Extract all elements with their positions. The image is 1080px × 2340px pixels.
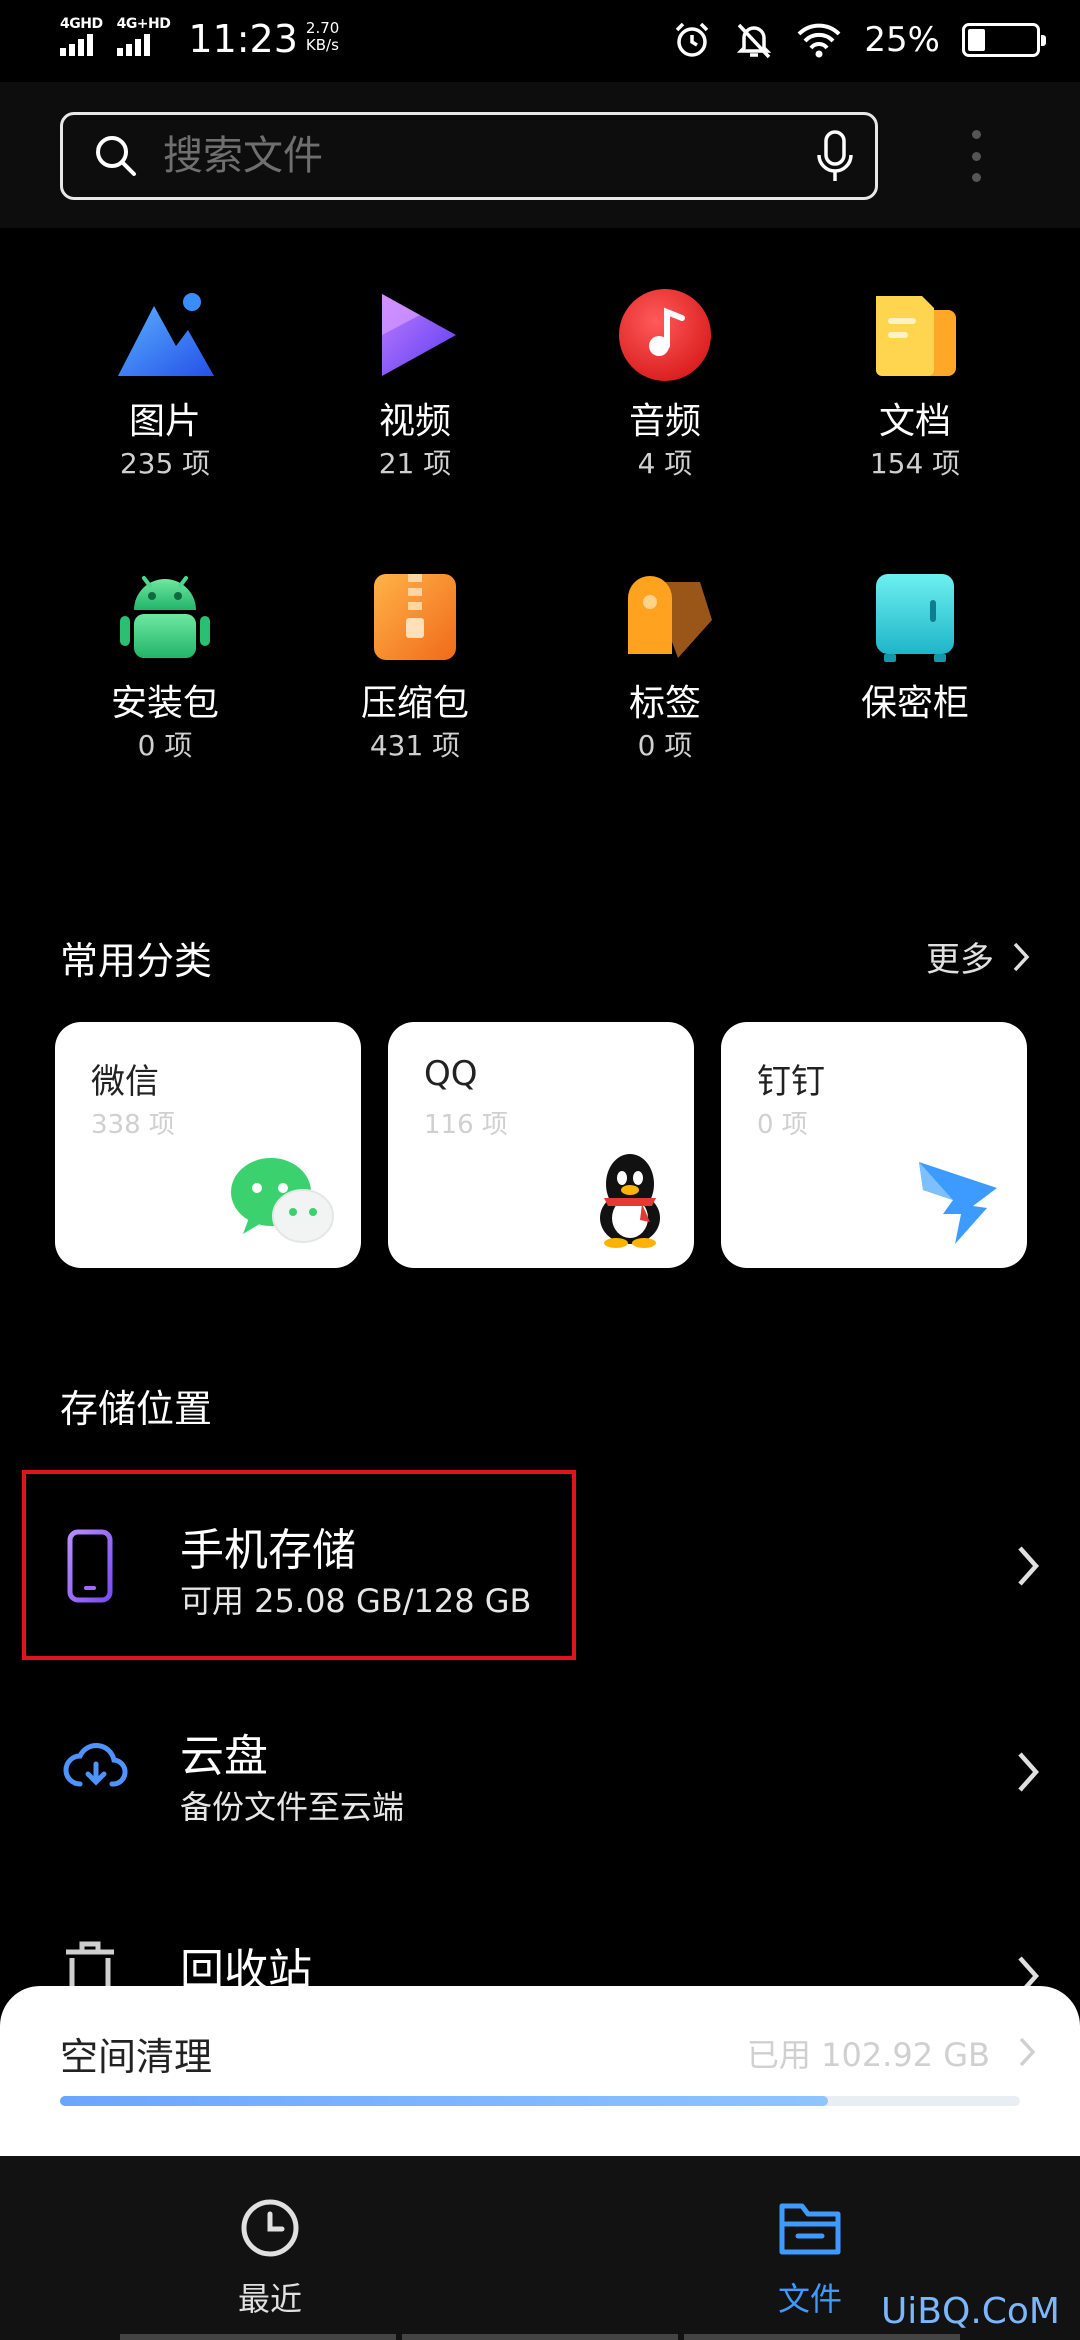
battery-icon (962, 23, 1046, 57)
search-input[interactable] (163, 133, 803, 179)
gesture-bar (120, 2334, 960, 2340)
category-archives[interactable]: 压缩包 431 项 (290, 562, 540, 764)
network-1-label: 4GHD (60, 16, 103, 32)
card-qq[interactable]: QQ 116 项 (388, 1022, 694, 1268)
more-label: 更多 (926, 940, 994, 980)
category-safe[interactable]: 保密柜 (790, 562, 1040, 728)
common-section-title: 常用分类 (60, 939, 213, 983)
card-name: 钉钉 (757, 1062, 825, 1102)
card-count: 116 项 (424, 1110, 508, 1140)
watermark: UiBQ.CoM (880, 2291, 1060, 2332)
card-name: QQ (424, 1054, 478, 1094)
network-speed: 2.70 KB/s (306, 20, 339, 54)
speed-value: 2.70 (305, 19, 340, 37)
category-tags[interactable]: 标签 0 项 (540, 562, 790, 764)
network-2-label: 4G+HD (116, 16, 171, 32)
category-documents[interactable]: 文档 154 项 (790, 280, 1040, 482)
card-wechat[interactable]: 微信 338 项 (55, 1022, 361, 1268)
image-icon (118, 293, 214, 376)
cloud-subtitle: 备份文件至云端 (180, 1788, 405, 1826)
status-bar: 4GHD 4G+HD 11:23 2.70 KB/s 25% (0, 0, 1080, 82)
category-name: 保密柜 (860, 683, 969, 724)
chevron-right-icon (1018, 1752, 1040, 1792)
safe-icon (876, 574, 954, 662)
clock-icon (241, 2199, 299, 2257)
speed-unit: KB/s (305, 36, 339, 54)
chevron-right-icon (1013, 942, 1030, 971)
android-icon (120, 576, 210, 658)
alarm-icon (676, 22, 709, 57)
cleanup-title: 空间清理 (60, 2035, 213, 2079)
cleanup-sheet[interactable]: 空间清理 已用 102.92 GB (0, 1986, 1080, 2156)
category-count: 431 项 (369, 729, 461, 762)
qq-icon (600, 1154, 660, 1248)
signal-1-icon: 4GHD (60, 16, 103, 56)
category-count: 154 项 (869, 447, 961, 480)
battery-percent: 25% (864, 20, 940, 60)
card-count: 338 项 (91, 1110, 175, 1140)
microphone-icon[interactable] (815, 129, 855, 185)
category-videos[interactable]: 视频 21 项 (290, 280, 540, 482)
cleanup-used: 已用 102.92 GB (746, 2036, 990, 2074)
usage-track (60, 2096, 1020, 2106)
card-count: 0 项 (757, 1110, 808, 1140)
row-cloud[interactable]: 云盘 备份文件至云端 (0, 1698, 1080, 1848)
category-name: 音频 (628, 401, 701, 442)
category-name: 压缩包 (360, 683, 469, 724)
wifi-icon (797, 23, 841, 58)
category-name: 视频 (378, 401, 451, 442)
category-name: 图片 (128, 401, 201, 442)
tag-icon (628, 576, 712, 658)
document-icon (876, 296, 956, 376)
search-area (0, 82, 1080, 228)
dingtalk-icon (919, 1162, 997, 1244)
tab-recent[interactable]: 最近 (170, 2196, 370, 2320)
battery-fill (968, 29, 985, 51)
archive-icon (374, 574, 456, 660)
category-audio[interactable]: 音频 4 项 (540, 280, 790, 482)
category-name: 安装包 (110, 683, 219, 724)
wechat-icon (231, 1158, 334, 1243)
more-link[interactable]: 更多 (926, 932, 1030, 981)
usage-bar (60, 2096, 828, 2106)
clock: 11:23 (188, 17, 298, 61)
bottom-nav: 最近 文件 UiBQ.CoM (0, 2156, 1080, 2340)
tab-recent-label: 最近 (237, 2280, 302, 2318)
storage-section-title: 存储位置 (60, 1387, 213, 1431)
category-name: 标签 (628, 683, 701, 724)
category-count: 21 项 (378, 447, 452, 480)
category-count: 4 项 (637, 447, 693, 480)
category-count: 0 项 (137, 729, 193, 762)
search-icon (96, 136, 136, 176)
category-name: 文档 (878, 401, 951, 442)
signal-2-icon: 4G+HD (116, 16, 171, 56)
chevron-right-icon (1018, 1546, 1040, 1586)
category-count: 235 项 (119, 447, 211, 480)
video-icon (382, 294, 456, 376)
folder-icon (779, 2203, 841, 2255)
category-images[interactable]: 图片 235 项 (40, 280, 290, 482)
card-dingtalk[interactable]: 钉钉 0 项 (721, 1022, 1027, 1268)
chevron-right-icon (1019, 2037, 1036, 2067)
category-apk[interactable]: 安装包 0 项 (40, 562, 290, 764)
audio-icon (619, 289, 711, 381)
app-cards: 微信 338 项 QQ 116 项 钉钉 0 项 (55, 1022, 1027, 1268)
highlight-box (22, 1470, 576, 1660)
card-name: 微信 (91, 1062, 159, 1102)
category-count: 0 项 (637, 729, 693, 762)
overflow-menu-icon[interactable] (968, 130, 984, 182)
cloud-title: 云盘 (180, 1731, 268, 1782)
search-box[interactable] (60, 112, 878, 200)
cloud-sync-icon (63, 1743, 128, 1787)
mute-bell-icon (737, 23, 772, 59)
